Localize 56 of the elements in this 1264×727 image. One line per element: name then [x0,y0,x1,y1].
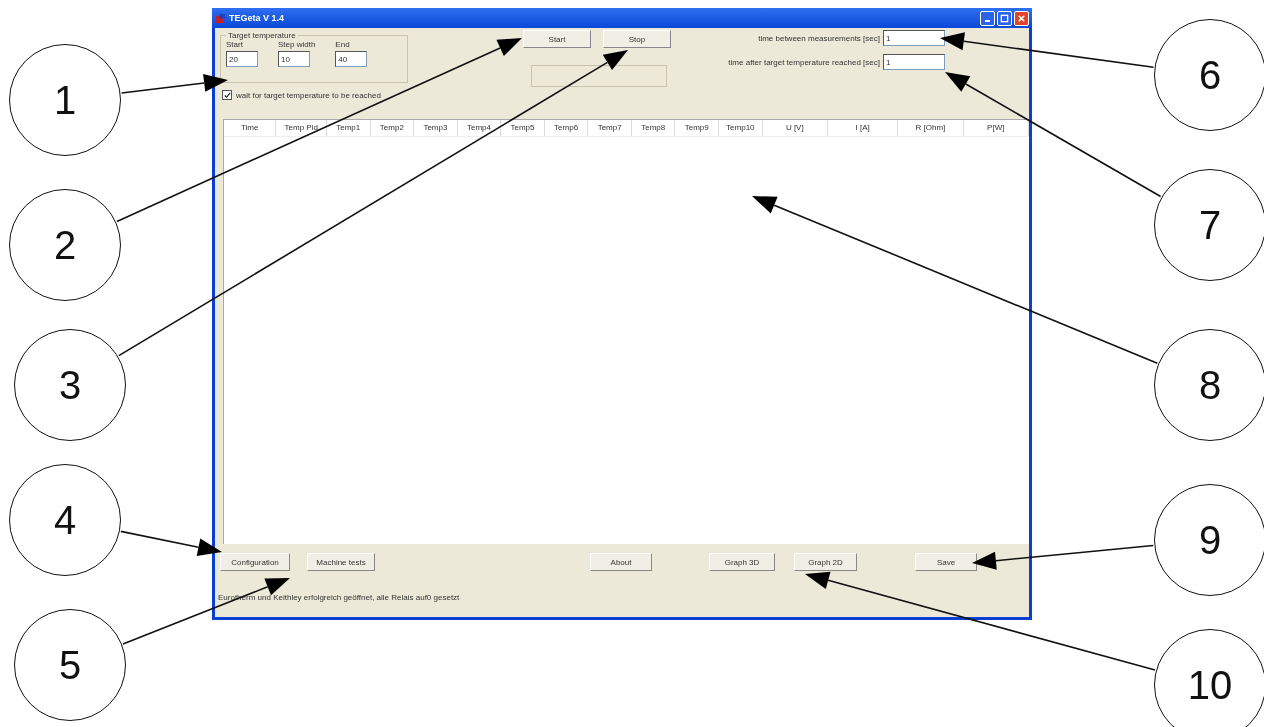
run-button[interactable]: Start [523,30,591,48]
checkbox[interactable] [222,90,232,100]
input-field[interactable]: 1 [883,30,945,46]
input-field[interactable]: 10 [278,51,310,67]
callout-marker: 10 [1154,629,1264,727]
callout-marker: 1 [9,44,121,156]
field-label: Start [226,40,244,49]
callout-marker: 3 [14,329,126,441]
close-button[interactable] [1014,10,1029,26]
input-field[interactable]: 1 [883,54,945,70]
column-header[interactable]: Time [224,120,277,136]
toolbar-button[interactable]: Configuration [220,553,290,571]
toolbar-button[interactable]: Graph 2D [794,553,857,571]
column-header[interactable]: Temp8 [631,120,676,136]
minimize-icon [985,19,990,22]
column-header[interactable]: Temp Pid [276,120,327,136]
callout-marker: 8 [1154,329,1264,441]
field-label: time between measurements [sec] [758,33,880,43]
checkbox-label: wait for target temperature to be reached [236,90,381,100]
toolbar-button[interactable]: Graph 3D [709,553,775,571]
toolbar-button[interactable]: Save [915,553,977,571]
column-header[interactable]: Temp5 [501,120,545,136]
input-field[interactable]: 20 [226,51,258,67]
minimize-button[interactable] [980,10,995,26]
window-title: TEGeta V 1.4 [229,13,285,23]
toolbar-button[interactable]: Machine tests [307,553,375,571]
column-header[interactable]: Temp2 [370,120,415,136]
column-header[interactable]: Temp9 [675,120,720,136]
group-title: Target temperature [227,31,297,40]
column-header[interactable]: Temp6 [544,120,589,136]
run-button[interactable]: Stop [603,30,671,48]
column-header[interactable]: U [V] [762,120,828,136]
maximize-icon [1000,13,1009,23]
input-field[interactable]: 40 [335,51,368,67]
close-icon [1017,13,1026,23]
column-header[interactable]: R [Ohm] [898,120,964,136]
toolbar-button[interactable]: About [590,553,652,571]
callout-marker: 2 [9,189,121,301]
field-label: time after target temperature reached [sec] [728,57,880,67]
callout-marker: 7 [1154,169,1264,281]
column-header[interactable]: I [A] [827,120,899,136]
callout-marker: 9 [1154,484,1264,596]
field-label: End [335,40,351,49]
column-header[interactable]: Temp7 [588,120,632,136]
callout-marker: 4 [9,464,121,576]
callout-marker: 5 [14,609,126,721]
column-header[interactable]: Temp1 [327,120,371,136]
column-header[interactable]: Temp4 [457,120,502,136]
app-icon [215,12,226,24]
column-header[interactable]: Temp10 [719,120,763,136]
column-header[interactable]: P[W] [963,120,1029,136]
field-label: Step width [278,40,316,49]
column-header[interactable]: Temp3 [414,120,458,136]
checkmark-icon [223,91,231,99]
maximize-button[interactable] [997,10,1012,26]
callout-marker: 6 [1154,19,1264,131]
